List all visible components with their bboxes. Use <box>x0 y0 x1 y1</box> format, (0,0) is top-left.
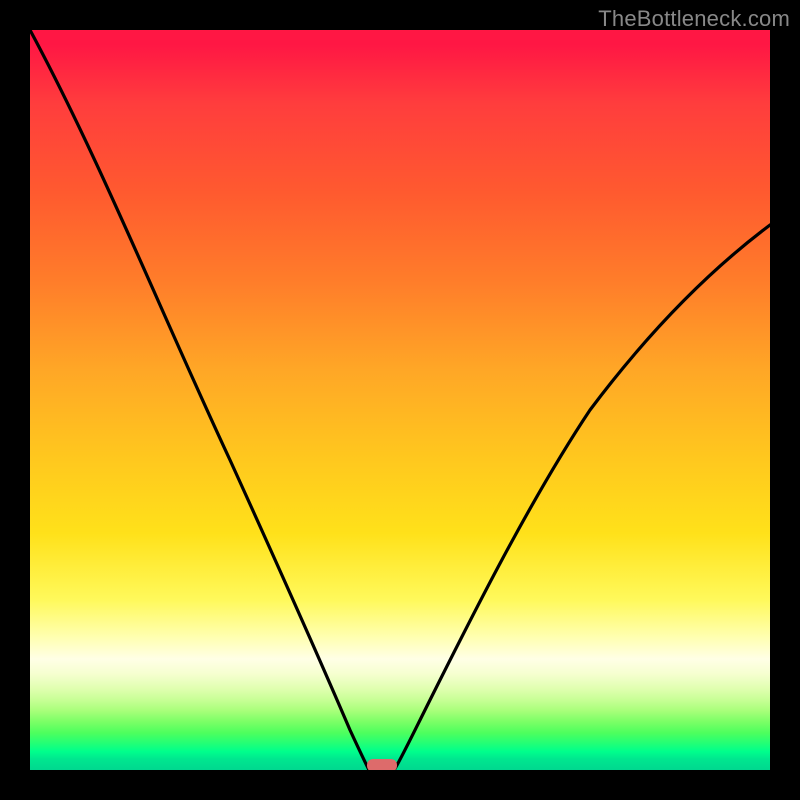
right-curve <box>394 225 770 770</box>
plot-area <box>30 30 770 770</box>
plot-svg <box>30 30 770 770</box>
minimum-marker <box>367 759 397 770</box>
watermark-text: TheBottleneck.com <box>598 6 790 32</box>
left-curve <box>30 30 369 770</box>
chart-stage: TheBottleneck.com <box>0 0 800 800</box>
